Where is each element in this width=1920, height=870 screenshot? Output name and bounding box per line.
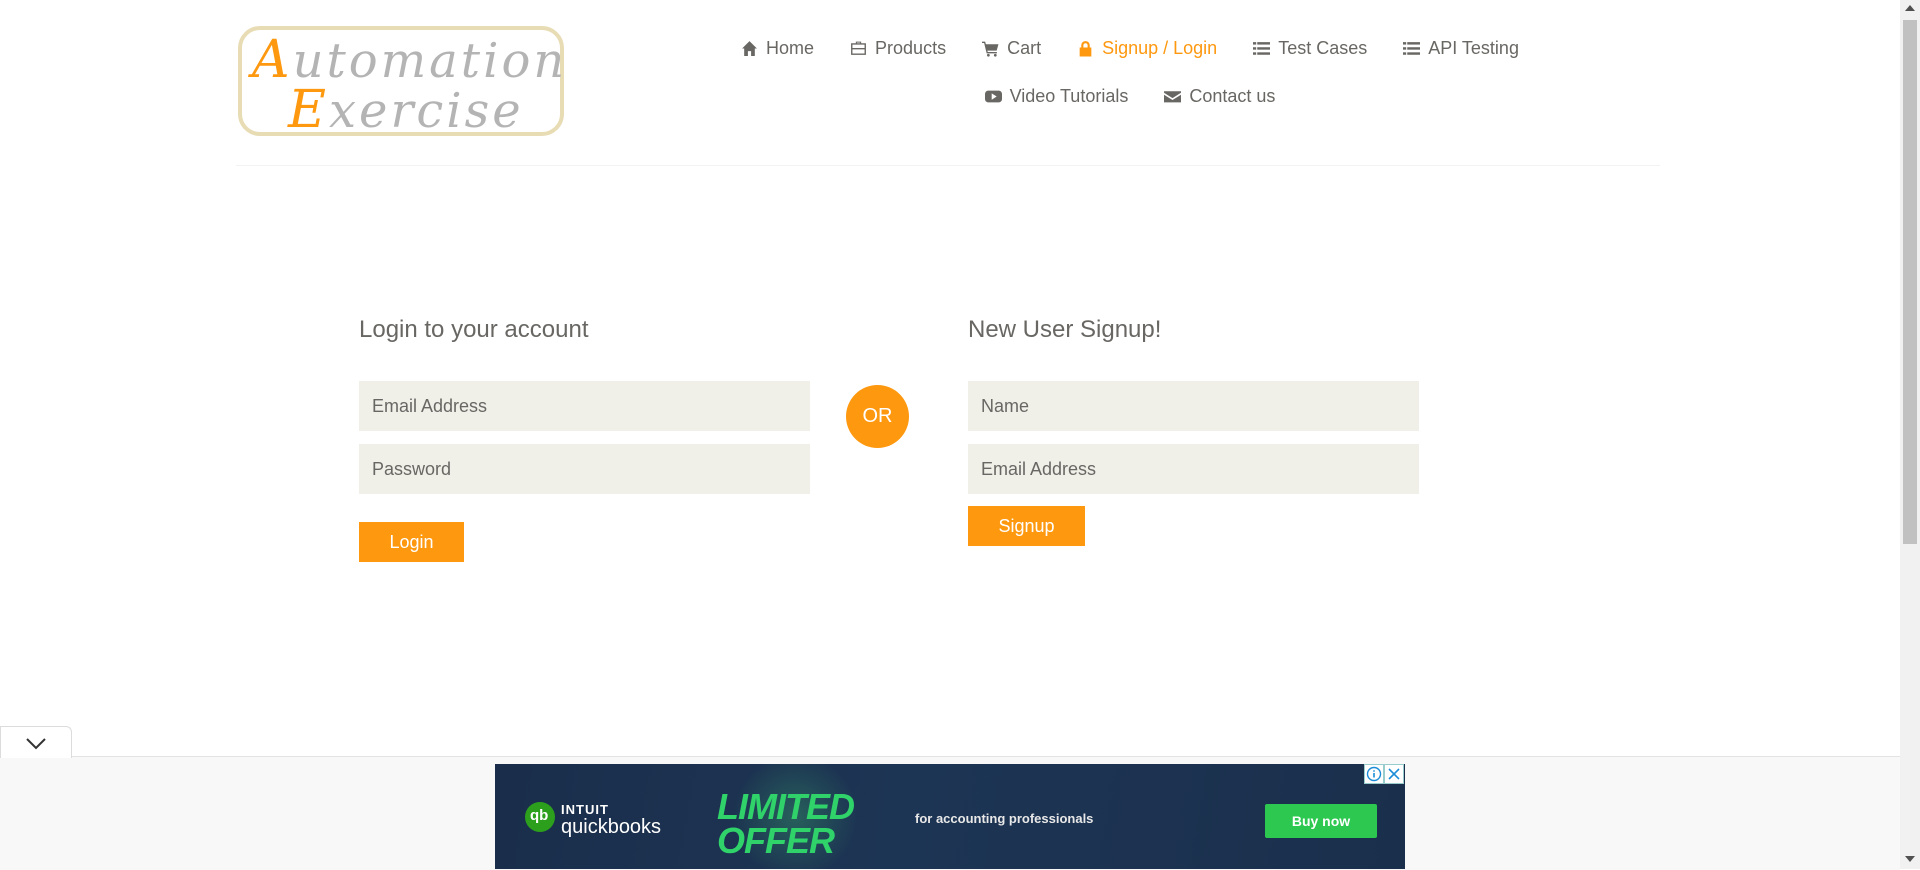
nav-video-tutorials-label: Video Tutorials [1009,85,1129,106]
signup-title: New User Signup! [968,316,1162,343]
ad-tagline: for accounting professionals [915,811,1094,826]
nav-api-testing-label: API Testing [1428,37,1519,58]
collapse-ad-button[interactable] [0,726,72,758]
scroll-down-arrow-icon[interactable] [1905,856,1915,862]
signup-button[interactable]: Signup [968,506,1085,546]
logo-line-1: Automation [252,34,570,86]
scroll-up-arrow-icon[interactable] [1905,5,1915,11]
ad-info-button[interactable] [1364,764,1384,784]
nav-test-cases-label: Test Cases [1278,37,1368,58]
ad-brand-name: quickbooks [561,816,662,838]
quickbooks-logo-icon: qb [525,802,555,832]
ad-brand-small: INTUIT [561,802,609,817]
cart-icon [982,41,999,57]
logo-line-2: Exercise [288,84,606,136]
nav-home[interactable]: Home [741,36,814,60]
login-button[interactable]: Login [359,522,464,562]
nav-products[interactable]: Products [850,36,946,60]
nav-video-tutorials[interactable]: Video Tutorials [984,84,1129,108]
login-title: Login to your account [359,316,589,343]
briefcase-icon [851,41,866,55]
login-password-field[interactable] [359,444,810,494]
signup-name-field[interactable] [968,381,1419,431]
header-divider [236,165,1660,166]
home-icon [742,40,757,56]
logo-cap-e: E [288,80,329,140]
nav-test-cases[interactable]: Test Cases [1253,36,1367,60]
scroll-thumb[interactable] [1903,20,1917,544]
logo-text-1: utomation [292,33,568,89]
site-logo[interactable]: Automation Exercise [238,26,564,136]
main-nav: Home Products Cart Signup / Login Test C… [700,36,1560,108]
ad-offer: LIMITED OFFER [717,786,855,862]
envelope-icon [1164,90,1182,102]
nav-signup-login-label: Signup / Login [1102,37,1218,58]
nav-cart[interactable]: Cart [982,36,1041,60]
info-icon [1366,766,1382,782]
nav-api-testing[interactable]: API Testing [1403,36,1519,60]
nav-signup-login[interactable]: Signup / Login [1077,36,1217,60]
ad-buy-now-button[interactable]: Buy now [1265,804,1377,838]
signup-email-field[interactable] [968,444,1419,494]
nav-home-label: Home [766,37,815,58]
nav-contact-us-label: Contact us [1189,85,1276,106]
lock-icon [1079,40,1092,56]
ad-close-button[interactable] [1384,764,1404,784]
logo-text-2: xercise [328,83,524,139]
nav-products-label: Products [875,37,947,58]
youtube-icon [984,90,1002,102]
list-icon [1403,41,1421,55]
qb-mark: qb [530,807,549,824]
nav-cart-label: Cart [1007,37,1042,58]
or-badge: OR [846,385,909,448]
close-icon [1388,768,1400,780]
list-icon [1253,41,1271,55]
vertical-scrollbar[interactable] [1900,0,1920,869]
nav-contact-us[interactable]: Contact us [1164,84,1275,108]
logo-cap-a: A [252,30,293,90]
ad-banner[interactable]: qb INTUIT quickbooks LIMITED OFFER for a… [495,764,1405,869]
chevron-down-icon [26,738,46,750]
login-email-field[interactable] [359,381,810,431]
